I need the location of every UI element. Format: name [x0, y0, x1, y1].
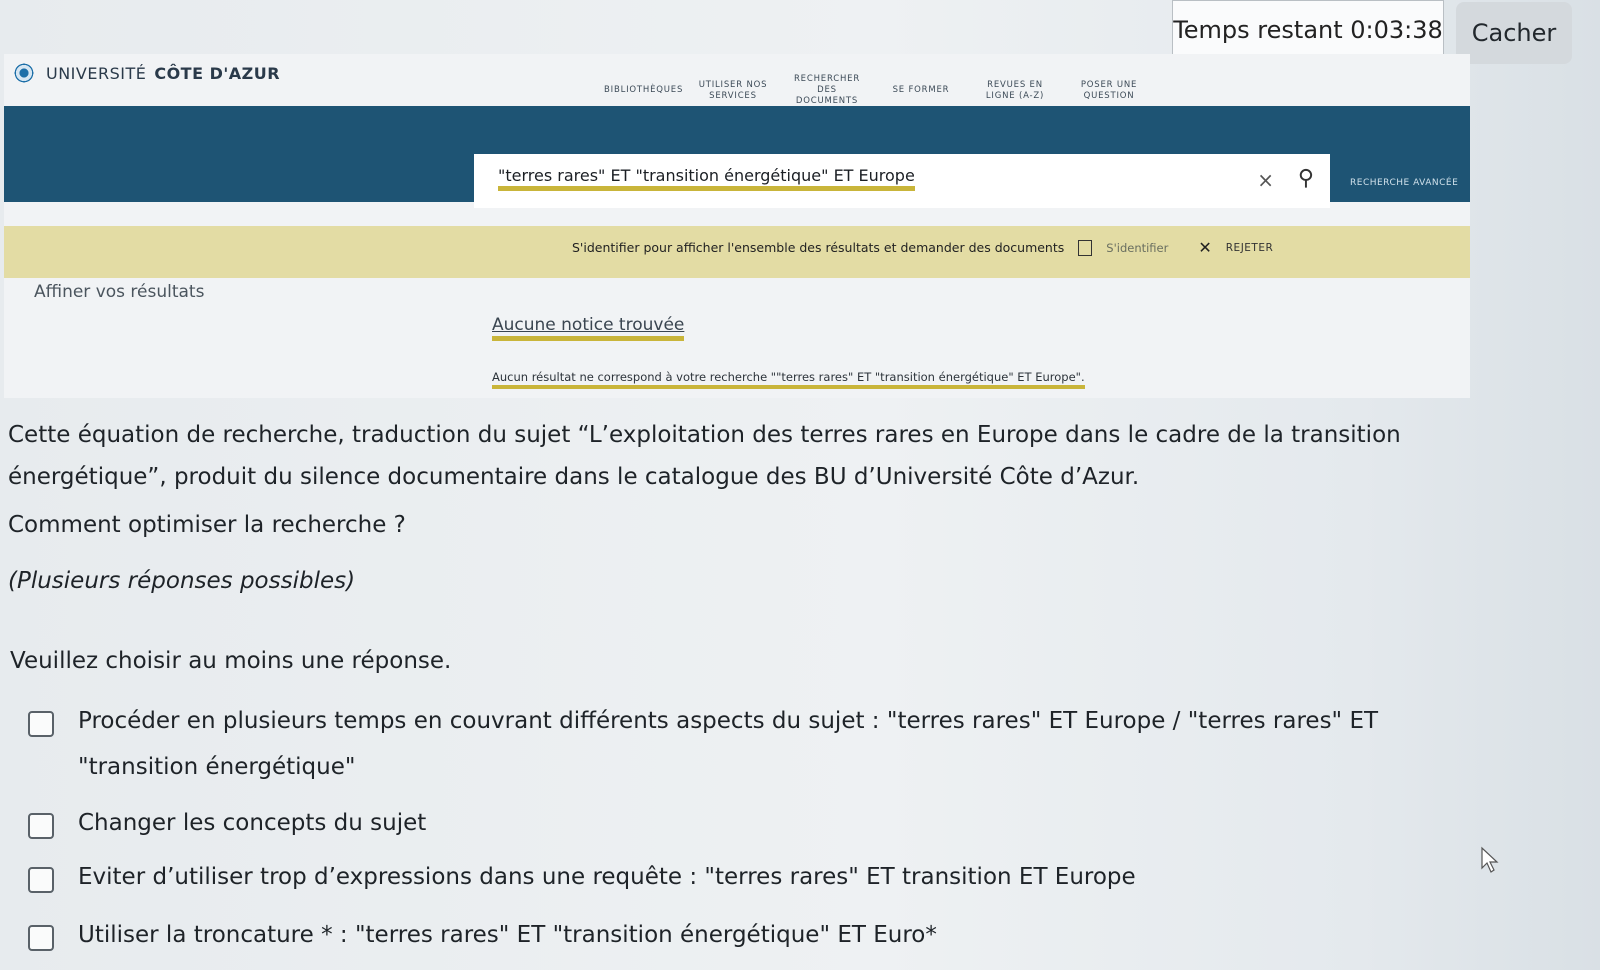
nav-item: POSER UNE QUESTION — [1080, 79, 1138, 101]
university-emblem-icon — [10, 62, 38, 84]
question-prompt: Comment optimiser la recherche ? — [8, 512, 406, 538]
no-notice-title: Aucune notice trouvée — [492, 314, 685, 341]
checkbox[interactable] — [28, 711, 54, 737]
search-input: "terres rares" ET "transition énergétiqu… — [474, 154, 1330, 208]
nav-item: SE FORMER — [892, 85, 950, 95]
mouse-cursor-icon — [1481, 846, 1499, 873]
close-icon: ✕ — [1198, 238, 1212, 257]
checkbox[interactable] — [28, 813, 54, 839]
answer-requirement: Veuillez choisir au moins une réponse. — [10, 648, 452, 674]
no-result-message: Aucun résultat ne correspond à votre rec… — [492, 370, 1085, 389]
checkbox[interactable] — [28, 867, 54, 893]
search-query: "terres rares" ET "transition énergétiqu… — [498, 166, 915, 191]
brand-name: CÔTE D'AZUR — [154, 63, 281, 83]
brand-prefix: UNIVERSITÉ — [46, 63, 147, 83]
time-remaining: Temps restant 0:03:38 — [1172, 0, 1444, 60]
reject-link: REJETER — [1225, 241, 1274, 254]
option-label: Changer les concepts du sujet — [78, 810, 427, 836]
login-message: S'identifier pour afficher l'ensemble de… — [572, 240, 1065, 255]
nav-item: RECHERCHER DES DOCUMENTS — [793, 74, 861, 106]
nav-item: BIBLIOTHÈQUES — [604, 85, 684, 95]
answer-option-2[interactable]: Changer les concepts du sujet — [28, 806, 1448, 846]
hide-timer-button[interactable]: Cacher — [1456, 2, 1572, 64]
answer-option-1[interactable]: Procéder en plusieurs temps en couvrant … — [28, 704, 1448, 790]
answer-option-4[interactable]: Utiliser la troncature * : "terres rares… — [28, 918, 1448, 958]
search-icon: ⚲ — [1297, 166, 1314, 191]
university-logo: UNIVERSITÉ CÔTE D'AZUR — [10, 62, 280, 84]
clear-icon: × — [1257, 168, 1274, 192]
nav-item: UTILISER NOS SERVICES — [698, 79, 768, 101]
nav-item: REVUES EN LIGNE (A-Z) — [985, 79, 1045, 101]
login-link: S'identifier — [1106, 240, 1169, 255]
catalogue-screenshot: UNIVERSITÉ CÔTE D'AZUR BIBLIOTHÈQUES UTI… — [4, 54, 1470, 398]
question-text: Cette équation de recherche, traduction … — [8, 422, 1401, 490]
login-icon — [1078, 239, 1093, 256]
answer-option-3[interactable]: Eviter d’utiliser trop d’expressions dan… — [28, 860, 1448, 900]
checkbox[interactable] — [28, 925, 54, 951]
option-label: Eviter d’utiliser trop d’expressions dan… — [78, 864, 1136, 890]
advanced-search-link: RECHERCHE AVANCÉE — [1350, 178, 1459, 188]
refine-results: Affiner vos résultats — [34, 282, 205, 302]
option-label: Procéder en plusieurs temps en couvrant … — [78, 708, 1379, 780]
login-banner: S'identifier pour afficher l'ensemble de… — [4, 226, 1470, 278]
option-label: Utiliser la troncature * : "terres rares… — [78, 922, 937, 948]
portal-nav: BIBLIOTHÈQUES UTILISER NOS SERVICES RECH… — [604, 74, 1144, 107]
question-hint: (Plusieurs réponses possibles) — [8, 568, 356, 594]
